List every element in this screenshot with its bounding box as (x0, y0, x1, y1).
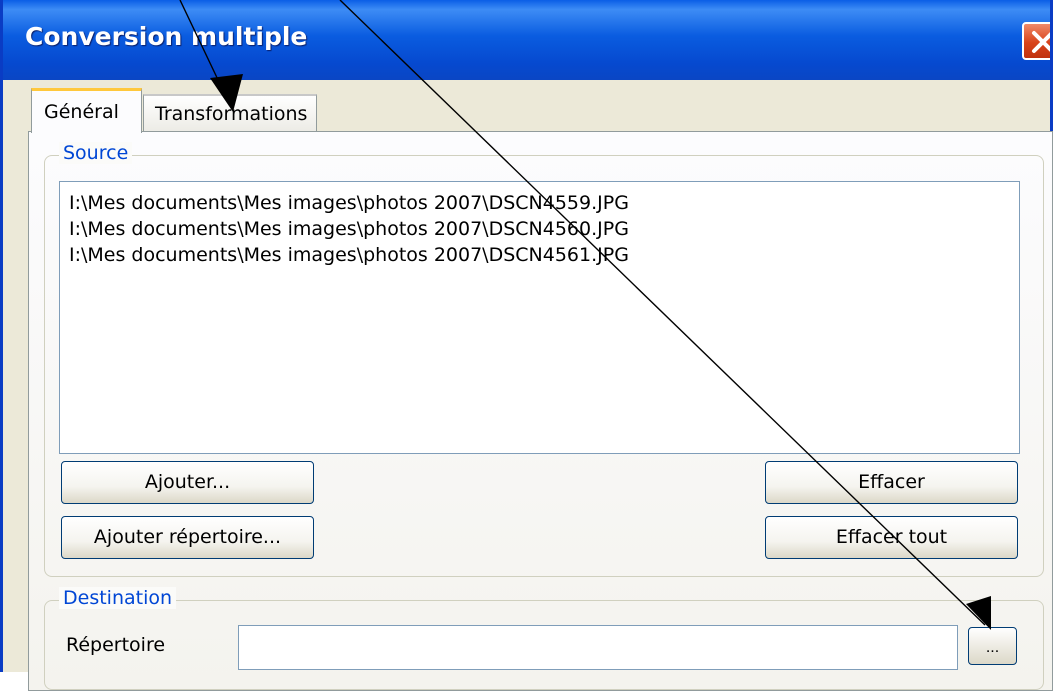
list-item[interactable]: I:\Mes documents\Mes images\photos 2007\… (69, 244, 629, 266)
tab-general[interactable]: Général (31, 88, 142, 133)
tab-general-label: Général (44, 101, 119, 123)
close-button[interactable] (1022, 22, 1050, 60)
source-legend: Source (59, 142, 133, 164)
list-item[interactable]: I:\Mes documents\Mes images\photos 2007\… (69, 218, 629, 240)
destination-legend: Destination (59, 587, 177, 609)
window-title: Conversion multiple (25, 22, 308, 51)
title-bar[interactable]: Conversion multiple (3, 0, 1050, 80)
list-item[interactable]: I:\Mes documents\Mes images\photos 2007\… (69, 192, 629, 214)
tab-transformations[interactable]: Transformations (143, 94, 317, 132)
directory-input[interactable] (238, 625, 958, 670)
add-directory-button[interactable]: Ajouter répertoire... (61, 516, 314, 559)
directory-label: Répertoire (66, 634, 166, 656)
clear-button[interactable]: Effacer (765, 461, 1018, 504)
source-file-list[interactable]: I:\Mes documents\Mes images\photos 2007\… (59, 181, 1020, 454)
close-icon (1032, 31, 1050, 53)
tab-transformations-label: Transformations (155, 103, 308, 125)
clear-all-button[interactable]: Effacer tout (765, 516, 1018, 559)
add-button[interactable]: Ajouter... (61, 461, 314, 504)
browse-button[interactable]: ... (968, 627, 1017, 665)
